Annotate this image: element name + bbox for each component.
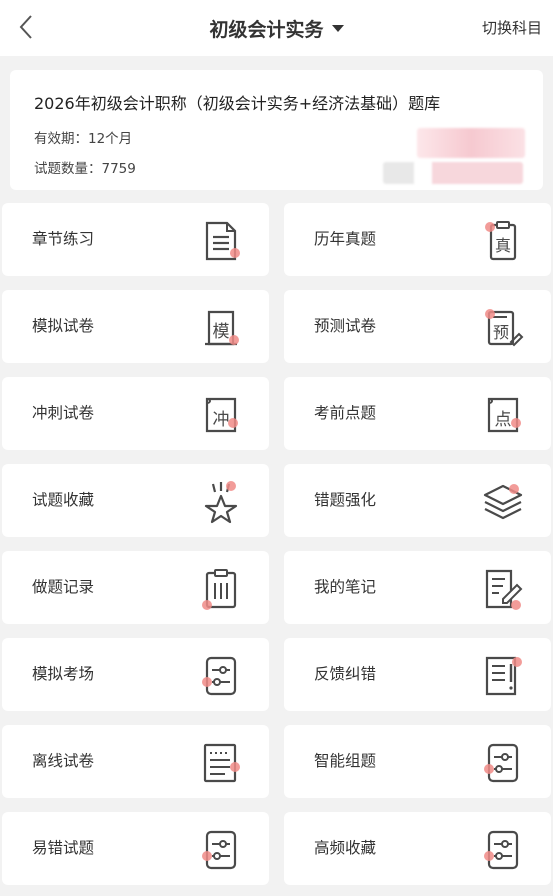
mock-paper-icon: 模 [199,306,243,350]
menu-tile-label: 智能组题 [314,752,377,770]
menu-tile[interactable]: 试题收藏 [2,464,269,537]
menu-tile[interactable]: 预测试卷 预 [284,290,551,363]
menu-tile-label: 反馈纠错 [314,665,377,683]
sliders-icon [481,828,525,872]
svg-text:模: 模 [213,322,230,342]
menu-tile-label: 试题收藏 [32,491,95,509]
feedback-icon [481,654,525,698]
chevron-left-icon [19,15,32,39]
svg-text:冲: 冲 [213,410,230,430]
menu-tile[interactable]: 章节练习 [2,203,269,276]
subject-selector[interactable]: 初级会计实务 [209,15,344,42]
menu-tile[interactable]: 考前点题 点 [284,377,551,450]
document-icon [199,219,243,263]
back-button[interactable] [12,12,40,42]
offline-paper-icon [199,741,243,785]
question-count-text: 试题数量：7759 [34,161,136,177]
star-icon [199,480,243,524]
sprint-paper-icon: 冲 [199,393,243,437]
svg-text:点: 点 [495,410,512,430]
caret-down-icon [331,24,344,32]
menu-tile-label: 冲刺试卷 [32,404,95,422]
menu-tile[interactable]: 冲刺试卷 冲 [2,377,269,450]
key-points-icon: 点 [481,393,525,437]
menu-tile-label: 易错试题 [32,839,95,857]
menu-tile[interactable]: 高频收藏 [284,812,551,885]
svg-text:预: 预 [493,323,509,342]
menu-tile-label: 做题记录 [32,578,95,596]
sliders-icon [481,741,525,785]
menu-tile[interactable]: 智能组题 [284,725,551,798]
past-exam-icon: 真 [481,219,525,263]
sliders-icon [199,828,243,872]
menu-tile-label: 预测试卷 [314,317,377,335]
menu-tile[interactable]: 模拟试卷 模 [2,290,269,363]
menu-tile[interactable]: 我的笔记 [284,551,551,624]
bank-title: 2026年初级会计职称（初级会计实务+经济法基础）题库 [34,94,441,113]
menu-tile-label: 考前点题 [314,404,377,422]
note-edit-icon [481,567,525,611]
sliders-icon [199,654,243,698]
switch-subject-button[interactable]: 切换科目 [482,17,542,38]
menu-tile[interactable]: 模拟考场 [2,638,269,711]
forecast-paper-icon: 预 [481,306,525,350]
clipboard-icon [199,567,243,611]
menu-tile[interactable]: 易错试题 [2,812,269,885]
svg-text:真: 真 [495,236,511,255]
menu-tile-label: 高频收藏 [314,839,377,857]
top-bar: 初级会计实务 切换科目 [0,0,553,56]
menu-tile-label: 离线试卷 [32,752,95,770]
page-title: 初级会计实务 [209,18,324,41]
question-bank-card: 2026年初级会计职称（初级会计实务+经济法基础）题库 有效期：12个月 试题数… [10,70,543,190]
blurred-price [417,128,525,158]
menu-tile[interactable]: 做题记录 [2,551,269,624]
blurred-info [383,162,523,184]
menu-tile-label: 我的笔记 [314,578,377,596]
menu-tile-label: 历年真题 [314,230,377,248]
menu-tile[interactable]: 离线试卷 [2,725,269,798]
menu-tile-label: 模拟试卷 [32,317,95,335]
menu-tile-label: 章节练习 [32,230,95,248]
menu-tile[interactable]: 错题强化 [284,464,551,537]
validity-text: 有效期：12个月 [34,131,133,147]
layers-icon [481,480,525,524]
menu-tile[interactable]: 历年真题 真 [284,203,551,276]
menu-tile-label: 错题强化 [314,491,377,509]
menu-tile-label: 模拟考场 [32,665,95,683]
menu-tile[interactable]: 反馈纠错 [284,638,551,711]
